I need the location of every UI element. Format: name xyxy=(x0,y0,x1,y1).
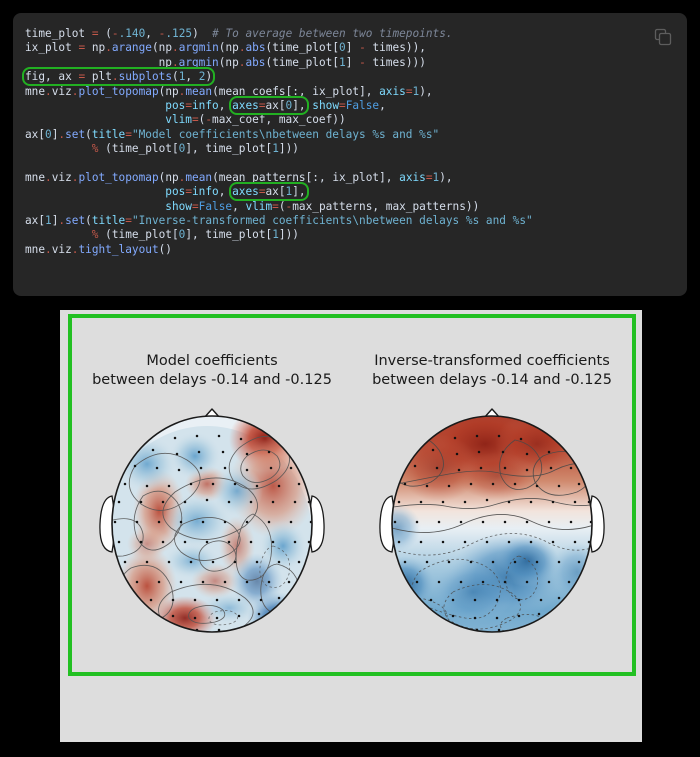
screenshot-root: time_plot = (-.140, -.125) # To average … xyxy=(0,0,700,757)
topomap-field-right xyxy=(392,416,592,632)
topomap-title-line1: Inverse-transformed coefficients xyxy=(374,353,610,369)
code-line: np.argmin(np.abs(time_plot[1] - times))) xyxy=(158,55,426,69)
topomap-row: Model coefficients between delays -0.14 a… xyxy=(72,318,632,672)
highlight-subplots: fig, ax = plt.subplots(1, 2) xyxy=(21,67,216,87)
code-line: vlim=(-max_coef, max_coef)) xyxy=(165,113,346,127)
code-line-highlighted: pos=info, axes=ax[1], xyxy=(165,182,309,202)
code-line: ax[1].set(title="Inverse-transformed coe… xyxy=(25,214,533,228)
figure-highlight-box: Model coefficients between delays -0.14 a… xyxy=(68,314,636,676)
code-line: % (time_plot[0], time_plot[1])) xyxy=(91,228,299,242)
code-line: time_plot = (-.140, -.125) # To average … xyxy=(25,27,453,40)
figure-output-panel: Model coefficients between delays -0.14 a… xyxy=(60,310,642,742)
topomap-title-line2: between delays -0.14 and -0.125 xyxy=(372,372,612,388)
topomap-svg-inverse-transformed-coefficients xyxy=(379,408,605,633)
topomap-title-line2: between delays -0.14 and -0.125 xyxy=(92,372,332,388)
topomap-field-left xyxy=(112,416,312,632)
code-line-highlighted: fig, ax = plt.subplots(1, 2) xyxy=(21,67,533,87)
code-line: mne.viz.tight_layout() xyxy=(25,242,172,256)
code-line: show=False, vlim=(-max_patterns, max_pat… xyxy=(165,199,480,213)
topomap-title-line1: Model coefficients xyxy=(146,353,278,369)
topomap-svg-model-coefficients xyxy=(99,408,325,633)
code-line: ix_plot = np.arange(np.argmin(np.abs(tim… xyxy=(25,41,426,55)
highlight-axes-1: axes=ax[1], xyxy=(229,182,309,202)
highlight-axes-0: axes=ax[0], xyxy=(229,95,309,115)
topomap-title-model-coefficients: Model coefficients between delays -0.14 a… xyxy=(92,352,332,390)
code-line: ax[0].set(title="Model coefficients\nbet… xyxy=(25,127,440,141)
topomap-panel-model-coefficients: Model coefficients between delays -0.14 a… xyxy=(72,318,352,672)
code-content[interactable]: time_plot = (-.140, -.125) # To average … xyxy=(21,27,533,257)
code-line: mne.viz.plot_topomap(np.mean(mean_coefs[… xyxy=(25,84,433,98)
copy-icon[interactable] xyxy=(653,27,673,47)
topomap-panel-inverse-transformed-coefficients: Inverse-transformed coefficients between … xyxy=(352,318,632,672)
code-block: time_plot = (-.140, -.125) # To average … xyxy=(13,13,687,296)
code-line-highlighted: pos=info, axes=ax[0], show=False, xyxy=(165,95,386,115)
topomap-title-inverse-transformed-coefficients: Inverse-transformed coefficients between … xyxy=(372,352,612,390)
code-line: % (time_plot[0], time_plot[1])) xyxy=(91,142,299,156)
